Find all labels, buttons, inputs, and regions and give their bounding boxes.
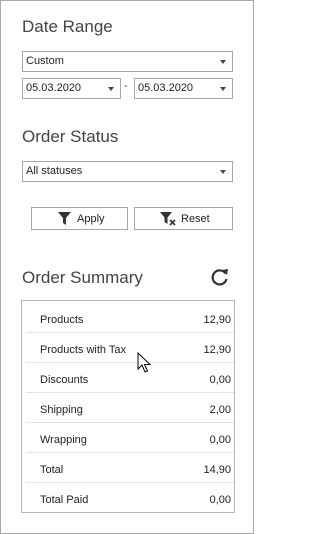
summary-value: 14,90 xyxy=(203,464,231,476)
summary-row-shipping: Shipping 2,00 xyxy=(26,393,234,423)
order-summary-title: Order Summary xyxy=(22,268,143,287)
reset-button[interactable]: Reset xyxy=(134,207,233,230)
date-from-field[interactable]: 05.03.2020 xyxy=(22,78,121,99)
date-range-title: Date Range xyxy=(22,17,113,36)
summary-value: 0,00 xyxy=(209,434,231,446)
order-status-dropdown[interactable]: All statuses xyxy=(22,161,233,182)
chevron-down-icon xyxy=(220,87,226,91)
reset-label: Reset xyxy=(181,213,210,225)
summary-row-discounts: Discounts 0,00 xyxy=(26,363,234,393)
summary-row-total: Total 14,90 xyxy=(26,453,234,483)
chevron-down-icon xyxy=(220,170,226,174)
summary-label: Wrapping xyxy=(40,434,87,446)
order-status-value: All statuses xyxy=(26,165,83,177)
summary-label: Products xyxy=(40,314,84,326)
summary-row-products-with-tax: Products with Tax 12,90 xyxy=(26,333,234,363)
filter-icon xyxy=(58,212,71,225)
date-to-value: 05.03.2020 xyxy=(138,82,194,94)
order-summary-table: Products 12,90 Products with Tax 12,90 D… xyxy=(21,300,235,513)
summary-label: Discounts xyxy=(40,374,89,386)
summary-row-products: Products 12,90 xyxy=(26,303,234,333)
summary-label: Total Paid xyxy=(40,494,89,506)
chevron-down-icon xyxy=(108,87,114,91)
summary-label: Total xyxy=(40,464,64,476)
clear-filter-icon xyxy=(160,212,176,226)
chevron-down-icon xyxy=(220,60,226,64)
mouse-pointer-icon xyxy=(137,352,152,373)
refresh-icon[interactable] xyxy=(210,267,230,287)
order-status-title: Order Status xyxy=(22,127,119,146)
filter-panel: Date Range Custom 05.03.2020 - 05.03.202… xyxy=(0,0,254,534)
apply-label: Apply xyxy=(77,213,105,225)
summary-value: 0,00 xyxy=(209,494,231,506)
date-from-value: 05.03.2020 xyxy=(26,82,82,94)
date-preset-dropdown[interactable]: Custom xyxy=(22,51,233,72)
summary-label: Products with Tax xyxy=(40,344,127,356)
summary-value: 2,00 xyxy=(209,404,231,416)
summary-label: Shipping xyxy=(40,404,83,416)
summary-value: 12,90 xyxy=(203,344,231,356)
summary-row-total-paid: Total Paid 0,00 xyxy=(26,483,234,513)
date-separator: - xyxy=(124,80,128,92)
apply-button[interactable]: Apply xyxy=(31,207,128,230)
summary-value: 12,90 xyxy=(203,314,231,326)
date-preset-value: Custom xyxy=(26,55,64,67)
summary-value: 0,00 xyxy=(209,374,231,386)
summary-row-wrapping: Wrapping 0,00 xyxy=(26,423,234,453)
date-to-field[interactable]: 05.03.2020 xyxy=(134,78,233,99)
